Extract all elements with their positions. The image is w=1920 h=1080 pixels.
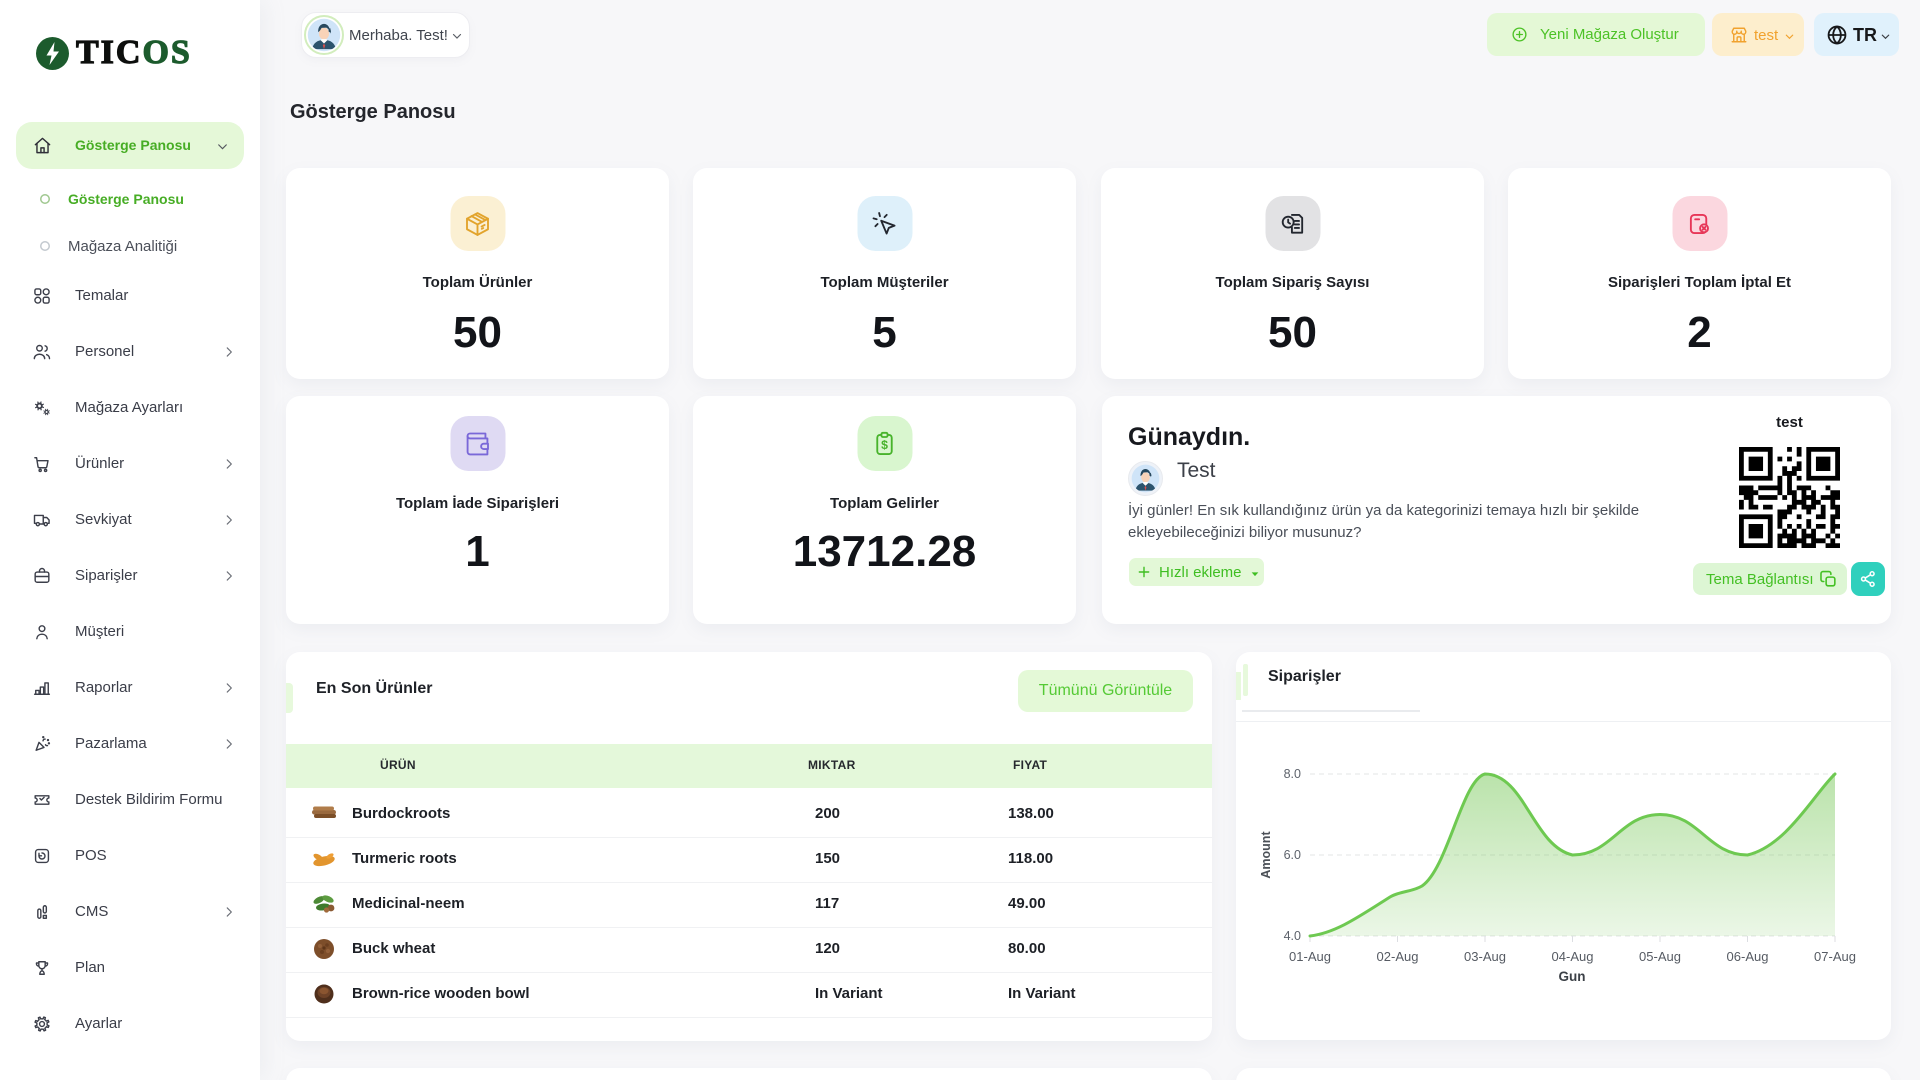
svg-text:01-Aug: 01-Aug xyxy=(1289,949,1331,964)
svg-text:03-Aug: 03-Aug xyxy=(1464,949,1506,964)
svg-text:05-Aug: 05-Aug xyxy=(1639,949,1681,964)
svg-text:4.0: 4.0 xyxy=(1284,929,1301,943)
svg-text:02-Aug: 02-Aug xyxy=(1377,949,1419,964)
svg-text:8.0: 8.0 xyxy=(1284,767,1301,781)
svg-text:04-Aug: 04-Aug xyxy=(1552,949,1594,964)
svg-text:06-Aug: 06-Aug xyxy=(1727,949,1769,964)
svg-text:Amount: Amount xyxy=(1259,831,1273,879)
svg-text:$: $ xyxy=(881,438,888,452)
svg-text:07-Aug: 07-Aug xyxy=(1814,949,1856,964)
svg-text:6.0: 6.0 xyxy=(1284,848,1301,862)
svg-text:Gun: Gun xyxy=(1559,969,1586,984)
